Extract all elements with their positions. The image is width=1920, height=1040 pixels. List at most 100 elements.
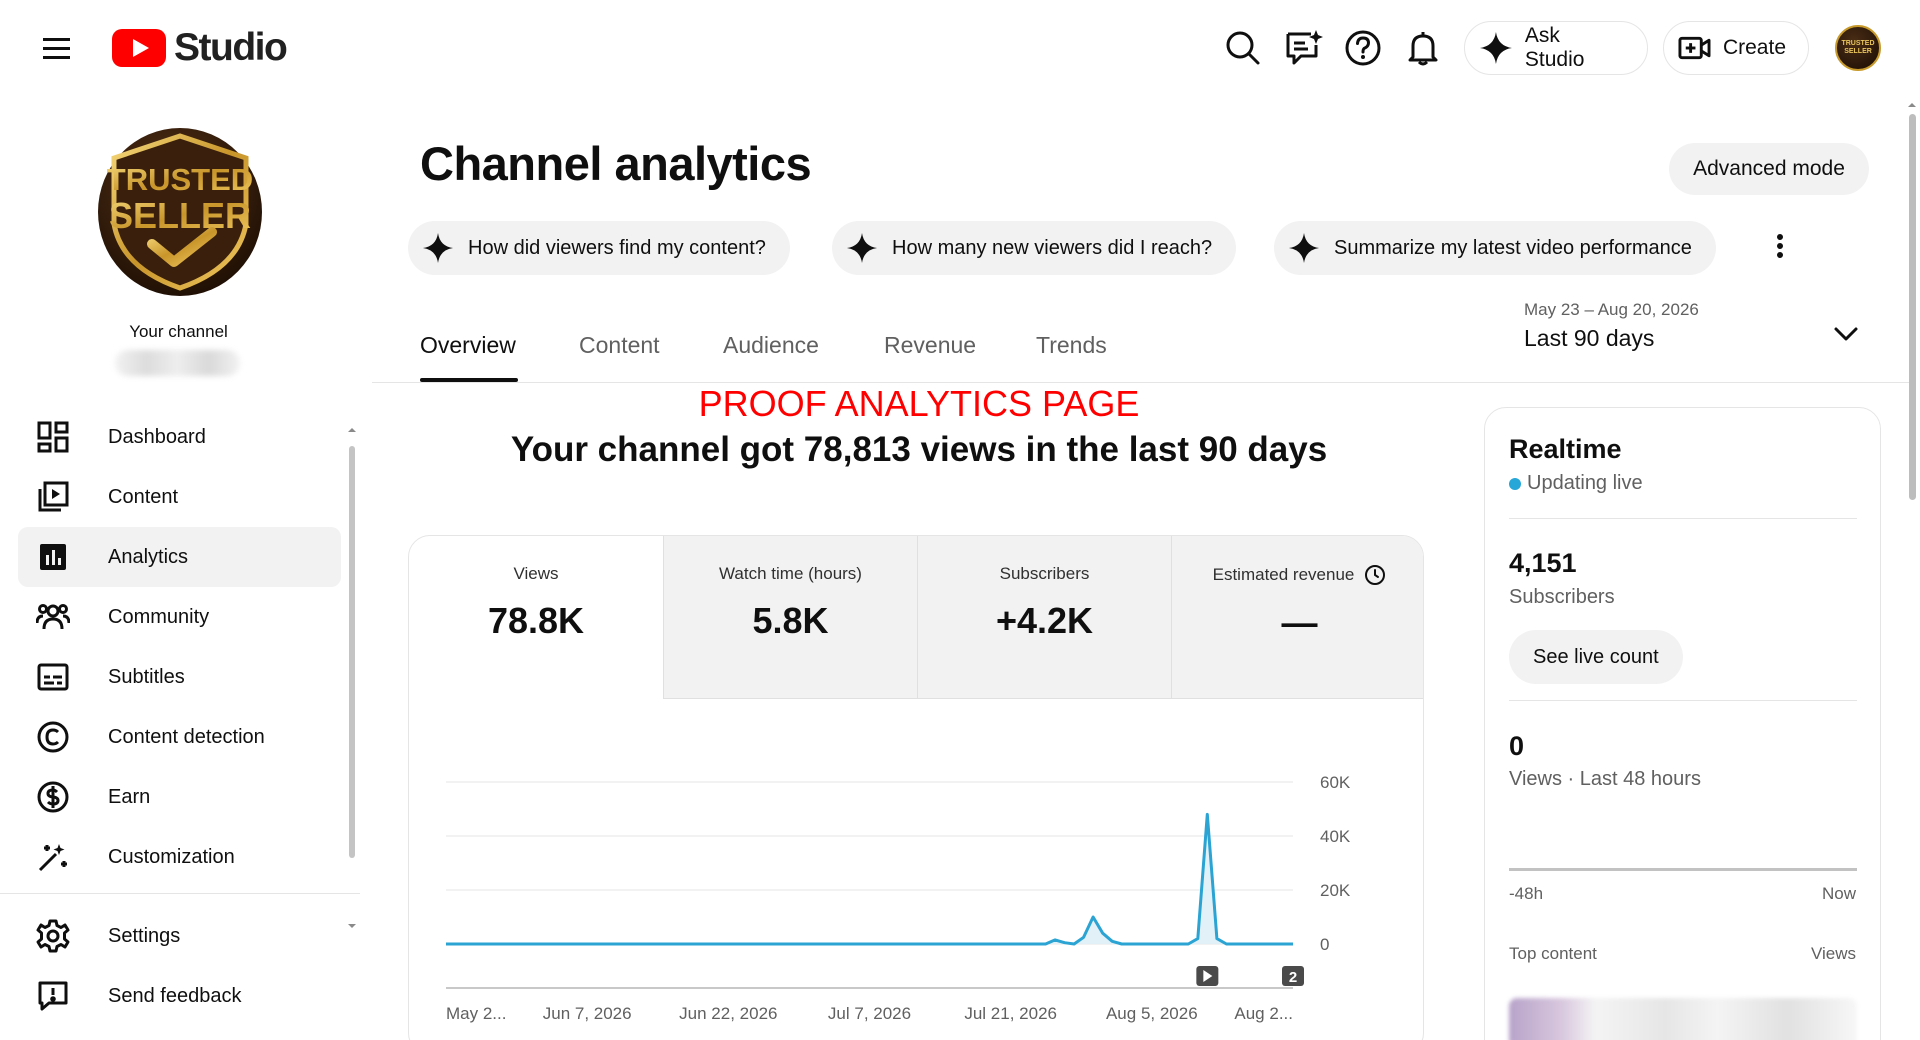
y-tick-label: 40K	[1320, 827, 1351, 846]
create-label: Create	[1722, 36, 1786, 59]
page-scroll-thumb[interactable]	[1909, 114, 1916, 500]
realtime-card: Realtime Updating live 4,151 Subscribers…	[1484, 407, 1881, 1040]
subtitles-icon	[36, 660, 70, 694]
page-scrollbar[interactable]	[1906, 96, 1918, 1040]
youtube-logo-icon	[112, 29, 166, 67]
top-content-item-blurred[interactable]	[1509, 998, 1857, 1040]
ai-chat-icon[interactable]	[1283, 28, 1323, 68]
sidebar-item-customization[interactable]: Customization	[18, 827, 341, 887]
chevron-down-icon[interactable]	[1828, 316, 1864, 352]
see-live-count-button[interactable]: See live count	[1509, 630, 1683, 684]
sidebar-item-analytics[interactable]: Analytics	[18, 527, 341, 587]
chip-label: How did viewers find my content?	[468, 236, 766, 259]
realtime-bar-axis	[1509, 868, 1857, 871]
metric-tab-subscribers[interactable]: Subscribers +4.2K	[917, 536, 1171, 699]
y-tick-label: 0	[1320, 935, 1329, 954]
scroll-up-icon	[1908, 103, 1916, 107]
top-content-label: Top content	[1509, 944, 1597, 963]
sparkle-icon	[1288, 232, 1320, 264]
chip-label: How many new viewers did I reach?	[892, 236, 1213, 259]
y-tick-label: 60K	[1320, 773, 1351, 792]
sidebar-divider	[0, 893, 360, 894]
sidebar-scroll-thumb[interactable]	[349, 446, 355, 858]
advanced-mode-button[interactable]: Advanced mode	[1669, 143, 1869, 195]
series-line	[446, 812, 1293, 946]
sidebar-item-send-feedback[interactable]: Send feedback	[18, 966, 341, 1026]
sidebar-item-label: Content detection	[108, 725, 265, 748]
channel-avatar[interactable]: TRUSTED SELLER	[98, 128, 262, 296]
realtime-subscriber-count: 4,151	[1509, 548, 1577, 578]
channel-name-blurred	[115, 350, 240, 376]
help-icon[interactable]	[1343, 28, 1383, 68]
content-icon	[36, 480, 70, 514]
series-area	[446, 814, 1293, 944]
metric-tab-estimated-revenue[interactable]: Estimated revenue —	[1171, 536, 1423, 699]
tab-trends[interactable]: Trends	[1036, 332, 1107, 359]
tab-revenue[interactable]: Revenue	[884, 332, 976, 359]
sidebar-item-earn[interactable]: Earn	[18, 767, 341, 827]
svg-text:SELLER: SELLER	[109, 195, 251, 236]
date-range-selector[interactable]: Last 90 days	[1524, 325, 1654, 352]
x-tick-label: Jun 22, 2026	[679, 1004, 777, 1023]
sidebar-item-label: Settings	[108, 924, 181, 947]
sidebar-item-content[interactable]: Content	[18, 467, 341, 527]
metric-tab-views[interactable]: Views 78.8K	[409, 536, 663, 699]
create-video-icon	[1678, 36, 1711, 60]
metric-value: 78.8K	[487, 600, 585, 641]
realtime-axis-end: Now	[1821, 884, 1856, 903]
sidebar-item-content-detection[interactable]: Content detection	[18, 707, 341, 767]
metric-tab-watch-time[interactable]: Watch time (hours) 5.8K	[663, 536, 917, 699]
tab-overview[interactable]: Overview	[420, 332, 516, 359]
suggestion-chip[interactable]: How many new viewers did I reach?	[832, 221, 1237, 275]
account-avatar-badge: TRUSTED SELLER	[1841, 40, 1875, 55]
studio-logo[interactable]: Studio	[112, 28, 288, 68]
sidebar-item-subtitles[interactable]: Subtitles	[18, 647, 341, 707]
ask-studio-label: Ask Studio	[1524, 24, 1585, 71]
x-tick-label: Aug 5, 2026	[1106, 1004, 1198, 1023]
suggestion-chip[interactable]: Summarize my latest video performance	[1274, 221, 1716, 275]
realtime-views-count: 0	[1509, 731, 1525, 761]
metric-label: Subscribers	[999, 564, 1090, 583]
realtime-views-label: Views · Last 48 hours	[1509, 768, 1701, 790]
clock-icon	[1365, 565, 1386, 585]
magic-wand-icon	[36, 840, 70, 874]
video-marker-label: 2	[1289, 969, 1297, 986]
account-avatar[interactable]: TRUSTED SELLER	[1835, 25, 1881, 71]
tab-content[interactable]: Content	[579, 332, 660, 359]
copyright-icon	[36, 720, 70, 754]
live-label: Updating live	[1527, 472, 1643, 494]
top-header: Studio Ask Studio Create TRUSTED SELLER	[0, 0, 1920, 96]
realtime-axis-start: -48h	[1509, 884, 1544, 903]
sidebar-scrollbar[interactable]	[348, 426, 356, 930]
ask-studio-button[interactable]: Ask Studio	[1464, 21, 1648, 75]
chip-label: Summarize my latest video performance	[1334, 236, 1692, 259]
sidebar-item-community[interactable]: Community	[18, 587, 341, 647]
svg-text:TRUSTED: TRUSTED	[107, 162, 253, 197]
y-tick-label: 20K	[1320, 881, 1351, 900]
sidebar-item-settings[interactable]: Settings	[18, 906, 341, 966]
metric-label: Views	[513, 564, 559, 583]
realtime-live-status: Updating live	[1509, 472, 1643, 495]
more-options-icon[interactable]	[1763, 228, 1797, 268]
sidebar: TRUSTED SELLER Your channel Dashboard Co…	[0, 96, 360, 1040]
sparkle-icon	[846, 232, 878, 264]
search-icon[interactable]	[1223, 28, 1263, 68]
sidebar-item-label: Analytics	[108, 545, 189, 568]
sidebar-item-label: Earn	[108, 785, 151, 808]
notifications-bell-icon[interactable]	[1403, 28, 1443, 68]
analytics-icon	[36, 540, 70, 574]
x-tick-label: Aug 2...	[1234, 1004, 1293, 1023]
community-icon	[36, 600, 70, 634]
hamburger-menu-icon[interactable]	[40, 34, 74, 64]
metric-value: +4.2K	[995, 600, 1094, 641]
your-channel-label: Your channel	[129, 322, 228, 341]
suggestion-chip[interactable]: How did viewers find my content?	[408, 221, 790, 275]
realtime-subscriber-label: Subscribers	[1509, 586, 1615, 608]
create-button[interactable]: Create	[1663, 21, 1809, 75]
tab-audience[interactable]: Audience	[723, 332, 819, 359]
metric-label-row: Estimated revenue	[1172, 564, 1423, 586]
date-range-detail[interactable]: May 23 – Aug 20, 2026	[1524, 300, 1699, 320]
feedback-icon	[36, 979, 70, 1013]
metric-value: 5.8K	[752, 600, 829, 641]
top-content-views-header: Views	[1810, 944, 1856, 963]
